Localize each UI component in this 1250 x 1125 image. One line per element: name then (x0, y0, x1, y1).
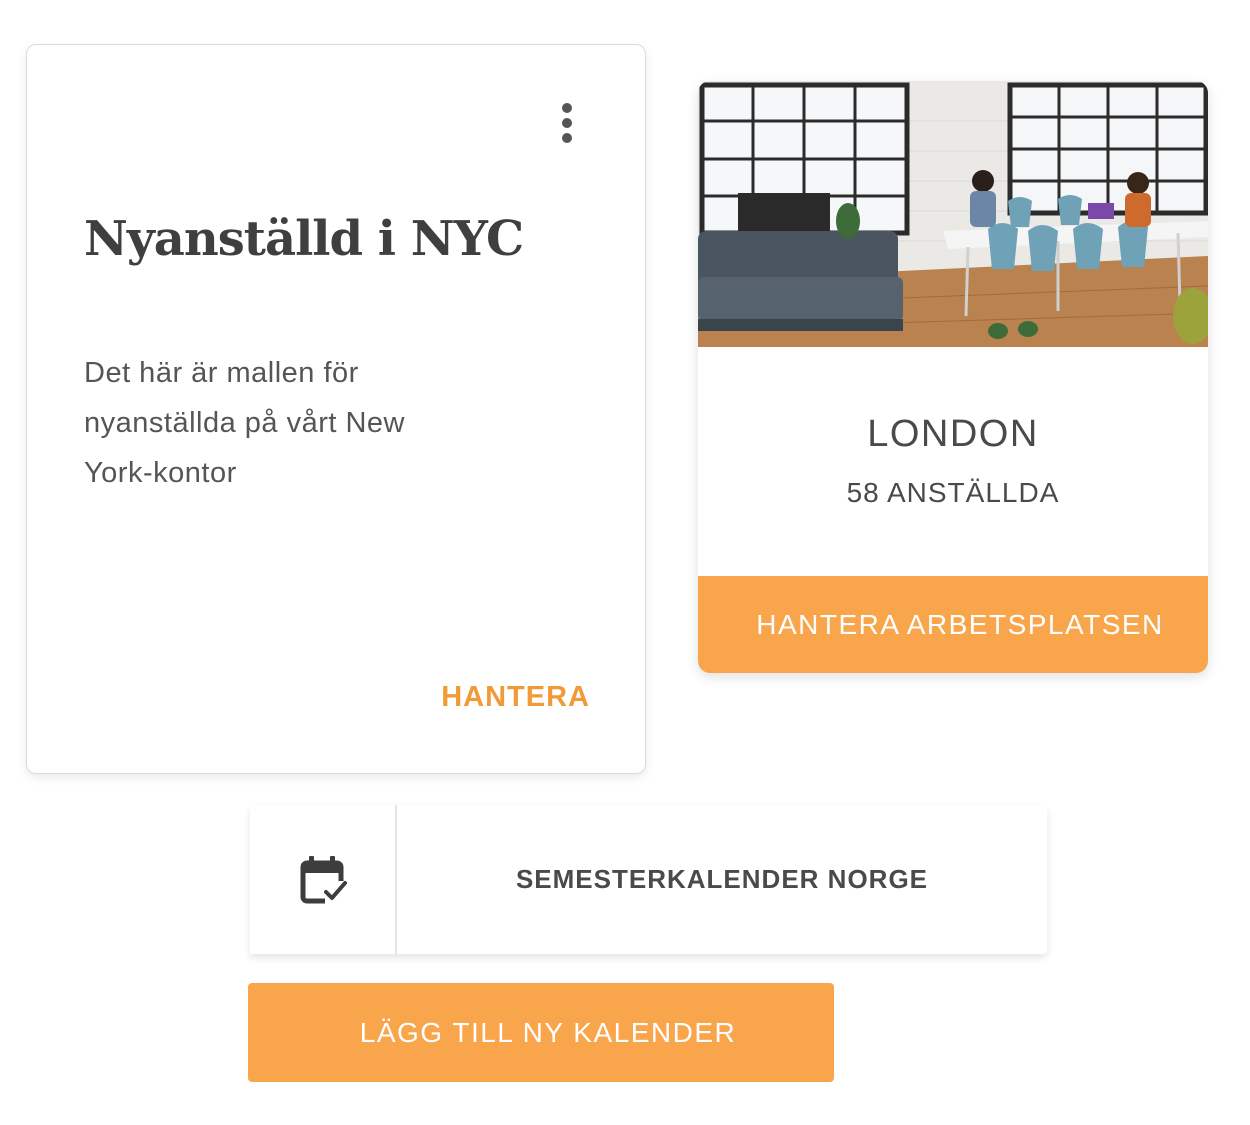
kebab-menu-icon[interactable] (555, 103, 579, 145)
add-calendar-button[interactable]: LÄGG TILL NY KALENDER (248, 983, 834, 1082)
manage-template-link[interactable]: HANTERA (441, 681, 590, 714)
calendar-row[interactable]: SEMESTERKALENDER NORGE (250, 805, 1047, 954)
kebab-dot (562, 133, 572, 143)
kebab-dot (562, 103, 572, 113)
calendar-name: SEMESTERKALENDER NORGE (515, 864, 929, 894)
calendar-icon-cell (250, 805, 397, 954)
template-description: Det här är mallen för nyanställda på vår… (84, 357, 405, 489)
template-card: Nyanställd i NYC Det här är mallen för n… (26, 44, 646, 774)
office-photo (698, 81, 1208, 347)
calendar-check-icon (300, 855, 347, 905)
template-title: Nyanställd i NYC (84, 211, 524, 267)
kebab-dot (562, 118, 572, 128)
office-name: LONDON (867, 413, 1039, 455)
page: Nyanställd i NYC Det här är mallen för n… (0, 0, 1250, 1125)
employee-count: 58 ANSTÄLLDA (846, 477, 1060, 508)
workplace-card: LONDON 58 ANSTÄLLDA HANTERA ARBETSPLATSE… (698, 81, 1208, 673)
manage-workplace-button[interactable]: HANTERA ARBETSPLATSEN (698, 576, 1208, 673)
